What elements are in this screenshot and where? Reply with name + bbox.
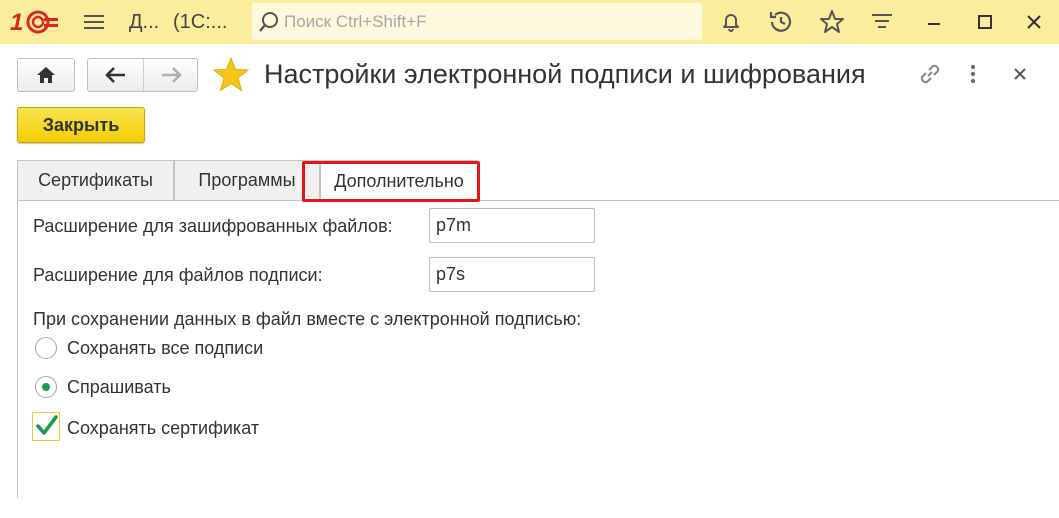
link-icon[interactable] [916, 60, 944, 88]
svg-text:1: 1 [10, 9, 23, 35]
window-app-title: (1С:... [173, 11, 228, 33]
tab-certificates[interactable]: Сертификаты [17, 160, 174, 200]
title-bar: 1 Д... (1С:... [0, 0, 1059, 44]
save-options-label: При сохранении данных в файл вместе с эл… [33, 309, 582, 329]
star-icon[interactable] [818, 8, 846, 36]
close-form-icon[interactable] [1006, 60, 1034, 88]
forward-arrow-icon [161, 67, 182, 83]
radio-save-all-signatures[interactable] [35, 337, 57, 359]
bell-icon[interactable] [717, 8, 745, 36]
navigation-buttons [87, 58, 198, 92]
home-button[interactable] [17, 58, 75, 92]
search-input[interactable] [284, 11, 684, 33]
encrypted-extension-field[interactable] [429, 208, 595, 243]
menu-icon[interactable] [84, 12, 104, 32]
radio-ask[interactable] [35, 376, 57, 398]
forward-button[interactable] [144, 59, 197, 91]
checkmark-icon [36, 415, 58, 435]
ask-label[interactable]: Спрашивать [67, 377, 171, 398]
signature-extension-label: Расширение для файлов подписи: [33, 265, 323, 285]
form-title: Настройки электронной подписи и шифрован… [264, 59, 866, 89]
signature-extension-field[interactable] [429, 257, 595, 292]
minimize-icon[interactable] [920, 8, 948, 36]
logo-1c-icon[interactable]: 1 [10, 9, 60, 36]
save-certificate-checkbox[interactable] [32, 412, 60, 441]
close-icon[interactable] [1020, 8, 1048, 36]
history-icon[interactable] [767, 8, 795, 36]
home-icon [37, 67, 55, 83]
close-form-button[interactable]: Закрыть [17, 107, 145, 143]
save-all-signatures-label[interactable]: Сохранять все подписи [67, 338, 263, 359]
save-certificate-label[interactable]: Сохранять сертификат [67, 418, 259, 439]
search-icon [259, 12, 278, 32]
favorite-star-icon[interactable] [212, 56, 250, 94]
back-arrow-icon [104, 67, 125, 83]
panel-border [17, 200, 18, 498]
tab-programs[interactable]: Программы [174, 160, 320, 200]
maximize-icon[interactable] [971, 8, 999, 36]
panel-menu-icon[interactable] [868, 8, 896, 36]
tab-panel-divider [17, 200, 1059, 201]
window-title: Д... [129, 11, 160, 33]
search-box[interactable] [252, 3, 702, 40]
encrypted-extension-label: Расширение для зашифрованных файлов: [33, 216, 393, 236]
tab-additional[interactable]: Дополнительно [320, 160, 478, 201]
back-button[interactable] [88, 59, 144, 91]
more-vertical-icon[interactable] [959, 60, 987, 88]
